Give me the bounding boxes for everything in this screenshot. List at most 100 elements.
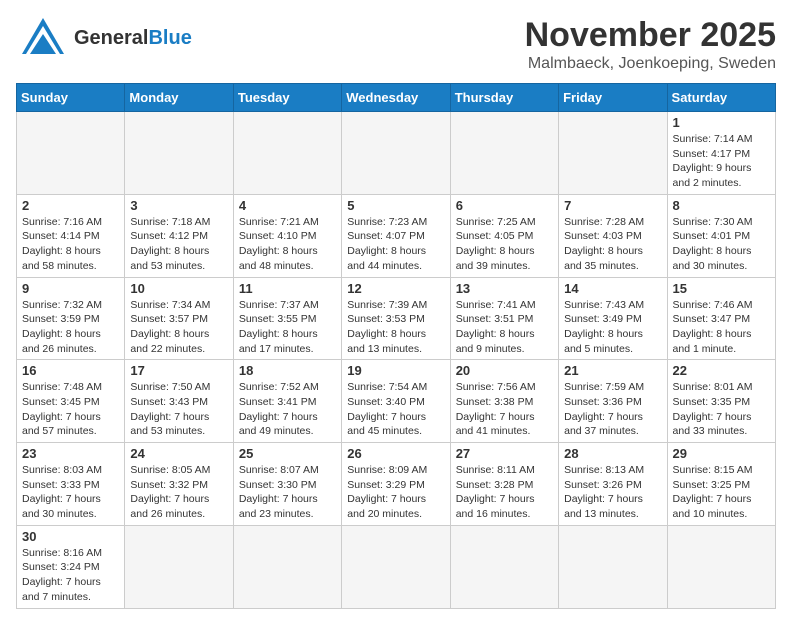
calendar-week-row: 16 Sunrise: 7:48 AM Sunset: 3:45 PM Dayli… bbox=[17, 360, 776, 443]
table-row: 5 Sunrise: 7:23 AM Sunset: 4:07 PM Daylig… bbox=[342, 194, 450, 277]
table-row bbox=[233, 112, 341, 195]
day-number: 30 bbox=[22, 529, 119, 544]
header-saturday: Saturday bbox=[667, 84, 775, 112]
table-row: 25 Sunrise: 8:07 AM Sunset: 3:30 PM Dayli… bbox=[233, 443, 341, 526]
weekday-header-row: Sunday Monday Tuesday Wednesday Thursday… bbox=[17, 84, 776, 112]
table-row: 9 Sunrise: 7:32 AM Sunset: 3:59 PM Daylig… bbox=[17, 277, 125, 360]
day-info: Sunrise: 8:09 AM Sunset: 3:29 PM Dayligh… bbox=[347, 463, 444, 522]
day-info: Sunrise: 7:46 AM Sunset: 3:47 PM Dayligh… bbox=[673, 298, 770, 357]
day-number: 11 bbox=[239, 281, 336, 296]
day-info: Sunrise: 7:48 AM Sunset: 3:45 PM Dayligh… bbox=[22, 380, 119, 439]
table-row: 30 Sunrise: 8:16 AM Sunset: 3:24 PM Dayli… bbox=[17, 525, 125, 608]
calendar-week-row: 30 Sunrise: 8:16 AM Sunset: 3:24 PM Dayli… bbox=[17, 525, 776, 608]
day-number: 27 bbox=[456, 446, 553, 461]
table-row: 11 Sunrise: 7:37 AM Sunset: 3:55 PM Dayli… bbox=[233, 277, 341, 360]
day-number: 22 bbox=[673, 363, 770, 378]
day-info: Sunrise: 8:03 AM Sunset: 3:33 PM Dayligh… bbox=[22, 463, 119, 522]
table-row: 17Sunrise: 7:50 AM Sunset: 3:43 PM Dayli… bbox=[125, 360, 233, 443]
day-number: 19 bbox=[347, 363, 444, 378]
day-number: 17 bbox=[130, 363, 227, 378]
day-info: Sunrise: 8:05 AM Sunset: 3:32 PM Dayligh… bbox=[130, 463, 227, 522]
day-number: 23 bbox=[22, 446, 119, 461]
table-row: 28 Sunrise: 8:13 AM Sunset: 3:26 PM Dayli… bbox=[559, 443, 667, 526]
day-info: Sunrise: 7:39 AM Sunset: 3:53 PM Dayligh… bbox=[347, 298, 444, 357]
table-row: 6Sunrise: 7:25 AM Sunset: 4:05 PM Daylig… bbox=[450, 194, 558, 277]
day-number: 28 bbox=[564, 446, 661, 461]
table-row: 27 Sunrise: 8:11 AM Sunset: 3:28 PM Dayli… bbox=[450, 443, 558, 526]
calendar-week-row: 9 Sunrise: 7:32 AM Sunset: 3:59 PM Daylig… bbox=[17, 277, 776, 360]
table-row: 26Sunrise: 8:09 AM Sunset: 3:29 PM Dayli… bbox=[342, 443, 450, 526]
header-monday: Monday bbox=[125, 84, 233, 112]
day-number: 3 bbox=[130, 198, 227, 213]
day-number: 12 bbox=[347, 281, 444, 296]
day-number: 5 bbox=[347, 198, 444, 213]
table-row: 2 Sunrise: 7:16 AM Sunset: 4:14 PM Daylig… bbox=[17, 194, 125, 277]
table-row bbox=[450, 112, 558, 195]
table-row: 22Sunrise: 8:01 AM Sunset: 3:35 PM Dayli… bbox=[667, 360, 775, 443]
day-number: 18 bbox=[239, 363, 336, 378]
logo-icon bbox=[16, 16, 70, 60]
day-number: 7 bbox=[564, 198, 661, 213]
day-number: 20 bbox=[456, 363, 553, 378]
table-row: 3 Sunrise: 7:18 AM Sunset: 4:12 PM Daylig… bbox=[125, 194, 233, 277]
table-row bbox=[17, 112, 125, 195]
day-info: Sunrise: 7:43 AM Sunset: 3:49 PM Dayligh… bbox=[564, 298, 661, 357]
table-row bbox=[342, 112, 450, 195]
table-row: 20 Sunrise: 7:56 AM Sunset: 3:38 PM Dayli… bbox=[450, 360, 558, 443]
table-row: 4 Sunrise: 7:21 AM Sunset: 4:10 PM Daylig… bbox=[233, 194, 341, 277]
day-info: Sunrise: 7:59 AM Sunset: 3:36 PM Dayligh… bbox=[564, 380, 661, 439]
day-number: 2 bbox=[22, 198, 119, 213]
calendar-subtitle: Malmbaeck, Joenkoeping, Sweden bbox=[525, 55, 776, 73]
calendar-week-row: 23 Sunrise: 8:03 AM Sunset: 3:33 PM Dayli… bbox=[17, 443, 776, 526]
day-info: Sunrise: 7:37 AM Sunset: 3:55 PM Dayligh… bbox=[239, 298, 336, 357]
logo-general: General bbox=[74, 27, 148, 49]
day-info: Sunrise: 8:07 AM Sunset: 3:30 PM Dayligh… bbox=[239, 463, 336, 522]
day-info: Sunrise: 7:30 AM Sunset: 4:01 PM Dayligh… bbox=[673, 215, 770, 274]
header-sunday: Sunday bbox=[17, 84, 125, 112]
table-row: 8 Sunrise: 7:30 AM Sunset: 4:01 PM Daylig… bbox=[667, 194, 775, 277]
table-row: 16 Sunrise: 7:48 AM Sunset: 3:45 PM Dayli… bbox=[17, 360, 125, 443]
day-number: 9 bbox=[22, 281, 119, 296]
table-row bbox=[233, 525, 341, 608]
day-info: Sunrise: 7:32 AM Sunset: 3:59 PM Dayligh… bbox=[22, 298, 119, 357]
calendar-week-row: 2 Sunrise: 7:16 AM Sunset: 4:14 PM Daylig… bbox=[17, 194, 776, 277]
day-info: Sunrise: 7:18 AM Sunset: 4:12 PM Dayligh… bbox=[130, 215, 227, 274]
table-row: 10 Sunrise: 7:34 AM Sunset: 3:57 PM Dayli… bbox=[125, 277, 233, 360]
logo: GeneralBlue bbox=[16, 16, 192, 60]
day-number: 21 bbox=[564, 363, 661, 378]
table-row bbox=[125, 525, 233, 608]
header-thursday: Thursday bbox=[450, 84, 558, 112]
calendar-title: November 2025 bbox=[525, 16, 776, 55]
day-number: 4 bbox=[239, 198, 336, 213]
table-row: 12 Sunrise: 7:39 AM Sunset: 3:53 PM Dayli… bbox=[342, 277, 450, 360]
day-info: Sunrise: 7:28 AM Sunset: 4:03 PM Dayligh… bbox=[564, 215, 661, 274]
day-info: Sunrise: 8:13 AM Sunset: 3:26 PM Dayligh… bbox=[564, 463, 661, 522]
page-header: GeneralBlue November 2025 Malmbaeck, Joe… bbox=[16, 16, 776, 73]
table-row: 7 Sunrise: 7:28 AM Sunset: 4:03 PM Daylig… bbox=[559, 194, 667, 277]
header-tuesday: Tuesday bbox=[233, 84, 341, 112]
header-friday: Friday bbox=[559, 84, 667, 112]
table-row: 29Sunrise: 8:15 AM Sunset: 3:25 PM Dayli… bbox=[667, 443, 775, 526]
table-row bbox=[559, 525, 667, 608]
day-number: 1 bbox=[673, 115, 770, 130]
day-number: 16 bbox=[22, 363, 119, 378]
day-info: Sunrise: 7:21 AM Sunset: 4:10 PM Dayligh… bbox=[239, 215, 336, 274]
day-number: 25 bbox=[239, 446, 336, 461]
calendar-week-row: 1 Sunrise: 7:14 AM Sunset: 4:17 PM Daylig… bbox=[17, 112, 776, 195]
title-block: November 2025 Malmbaeck, Joenkoeping, Sw… bbox=[525, 16, 776, 73]
day-info: Sunrise: 7:23 AM Sunset: 4:07 PM Dayligh… bbox=[347, 215, 444, 274]
day-number: 13 bbox=[456, 281, 553, 296]
table-row: 13Sunrise: 7:41 AM Sunset: 3:51 PM Dayli… bbox=[450, 277, 558, 360]
table-row: 14 Sunrise: 7:43 AM Sunset: 3:49 PM Dayli… bbox=[559, 277, 667, 360]
day-info: Sunrise: 7:34 AM Sunset: 3:57 PM Dayligh… bbox=[130, 298, 227, 357]
day-number: 14 bbox=[564, 281, 661, 296]
day-info: Sunrise: 7:56 AM Sunset: 3:38 PM Dayligh… bbox=[456, 380, 553, 439]
day-number: 8 bbox=[673, 198, 770, 213]
day-info: Sunrise: 8:11 AM Sunset: 3:28 PM Dayligh… bbox=[456, 463, 553, 522]
day-info: Sunrise: 8:16 AM Sunset: 3:24 PM Dayligh… bbox=[22, 546, 119, 605]
table-row: 1 Sunrise: 7:14 AM Sunset: 4:17 PM Daylig… bbox=[667, 112, 775, 195]
day-info: Sunrise: 7:14 AM Sunset: 4:17 PM Dayligh… bbox=[673, 132, 770, 191]
day-number: 10 bbox=[130, 281, 227, 296]
day-info: Sunrise: 7:16 AM Sunset: 4:14 PM Dayligh… bbox=[22, 215, 119, 274]
day-number: 29 bbox=[673, 446, 770, 461]
